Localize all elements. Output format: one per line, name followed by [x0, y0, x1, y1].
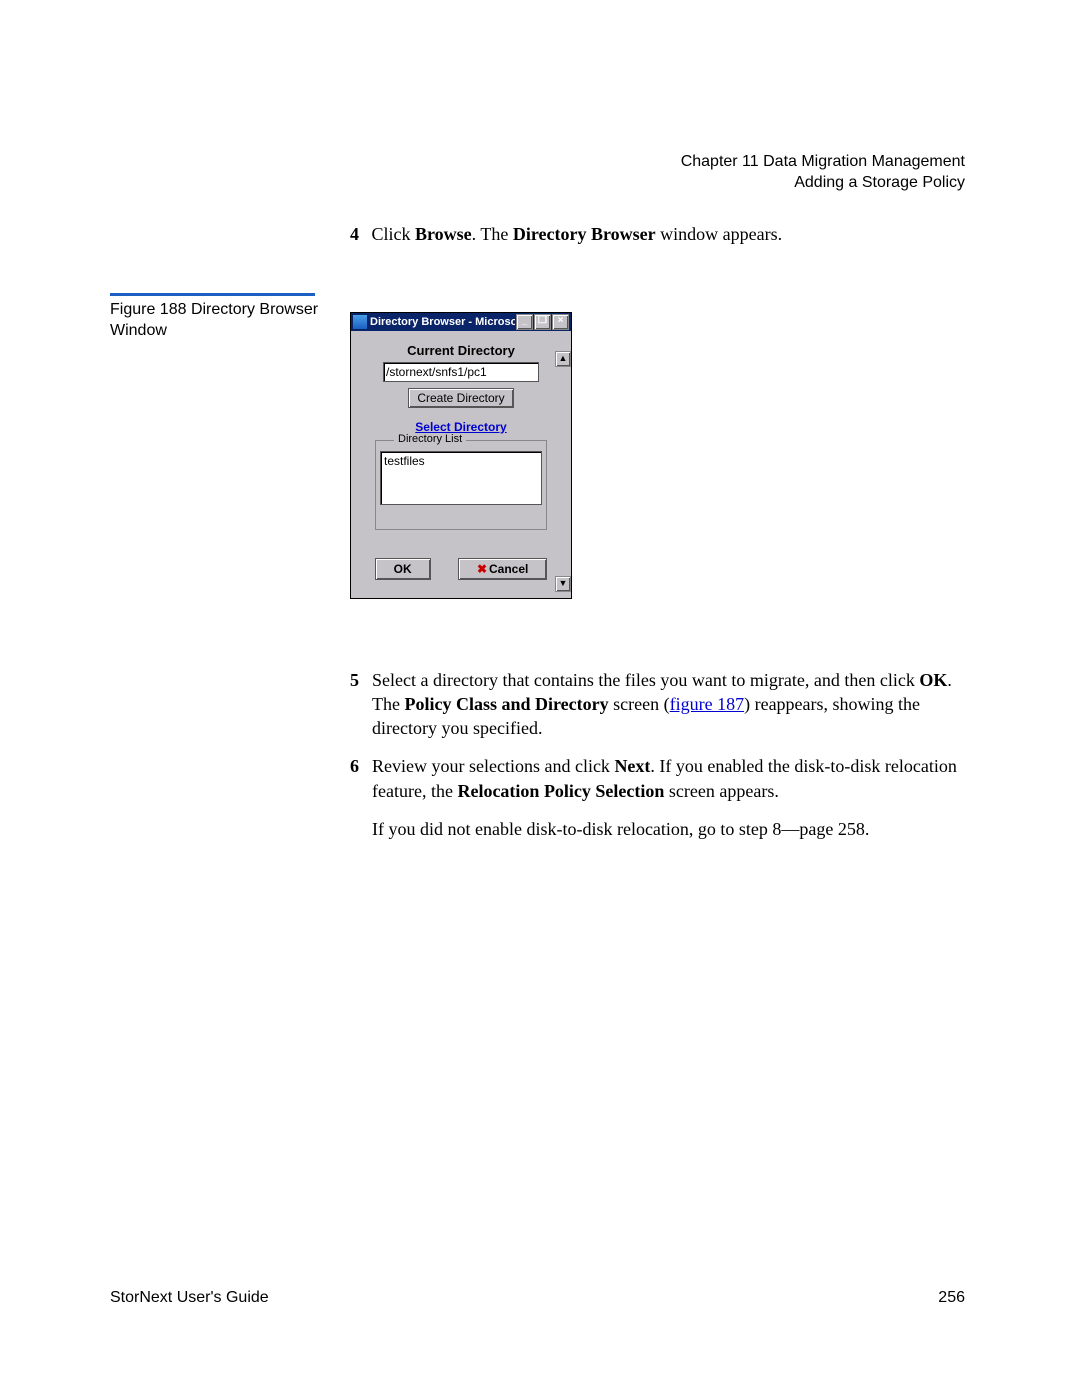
- minimize-button[interactable]: _: [516, 314, 533, 330]
- page-header: Chapter 11 Data Migration Management Add…: [681, 152, 965, 194]
- directory-list-legend: Directory List: [394, 433, 466, 445]
- directory-list-fieldset: Directory List testfiles: [375, 440, 547, 530]
- scroll-down-button[interactable]: ▼: [555, 576, 571, 592]
- step-6-note: If you did not enable disk-to-disk reloc…: [372, 817, 970, 841]
- scroll-up-button[interactable]: ▲: [555, 351, 571, 367]
- create-directory-button[interactable]: Create Directory: [408, 388, 513, 408]
- ie-icon: [353, 315, 367, 329]
- close-button[interactable]: ×: [552, 314, 569, 330]
- step-4-num: 4: [350, 224, 359, 244]
- select-directory-link[interactable]: Select Directory: [361, 420, 561, 434]
- section-line: Adding a Storage Policy: [681, 173, 965, 194]
- page-footer: StorNext User's Guide 256: [110, 1289, 965, 1307]
- figure-187-link[interactable]: figure 187: [670, 694, 744, 714]
- current-directory-label: Current Directory: [361, 343, 561, 358]
- directory-list[interactable]: testfiles: [380, 451, 542, 505]
- browse-word: Browse: [415, 224, 472, 244]
- directory-browser-word: Directory Browser: [513, 224, 656, 244]
- directory-browser-dialog: Directory Browser - Microsoft Int... _ ❐…: [350, 312, 572, 599]
- step-5-num: 5: [350, 668, 372, 741]
- chapter-line: Chapter 11 Data Migration Management: [681, 152, 965, 173]
- list-item[interactable]: testfiles: [384, 454, 538, 468]
- footer-left: StorNext User's Guide: [110, 1289, 269, 1307]
- dialog-title: Directory Browser - Microsoft Int...: [370, 316, 515, 328]
- step-6: 6 Review your selections and click Next.…: [350, 754, 970, 803]
- vertical-scrollbar[interactable]: ▲ ▼: [555, 351, 569, 592]
- step-4: 4 Click Browse. The Directory Browser wi…: [350, 224, 970, 245]
- ok-button[interactable]: OK: [375, 558, 431, 580]
- dialog-titlebar: Directory Browser - Microsoft Int... _ ❐…: [351, 313, 571, 331]
- step-6-num: 6: [350, 754, 372, 803]
- figure-rule: [110, 293, 315, 296]
- cancel-x-icon: ✖: [477, 562, 487, 576]
- cancel-button[interactable]: ✖Cancel: [458, 558, 547, 580]
- restore-button[interactable]: ❐: [534, 314, 551, 330]
- page-number: 256: [938, 1289, 965, 1307]
- current-directory-input[interactable]: [383, 362, 539, 382]
- step-5: 5 Select a directory that contains the f…: [350, 668, 970, 741]
